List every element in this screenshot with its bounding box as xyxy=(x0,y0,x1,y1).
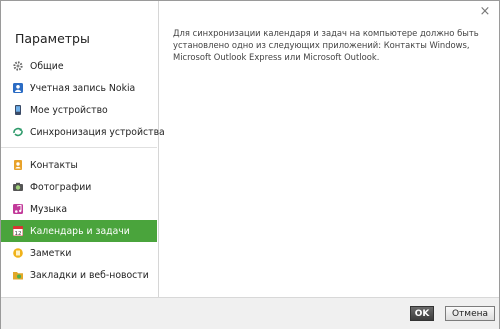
sidebar-item-music[interactable]: Музыка xyxy=(1,198,157,220)
close-icon[interactable]: × xyxy=(477,5,493,19)
sidebar-item-calendar[interactable]: 12 Календарь и задачи xyxy=(1,220,157,242)
calendar-icon: 12 xyxy=(12,226,24,237)
sidebar-item-label: Музыка xyxy=(30,203,68,215)
sidebar-item-photos[interactable]: Фотографии xyxy=(1,176,157,198)
sidebar-item-general[interactable]: Общие xyxy=(1,55,157,77)
sidebar-item-label: Общие xyxy=(30,60,64,72)
photos-icon xyxy=(13,182,23,192)
music-icon xyxy=(13,204,23,214)
sidebar-title: Параметры xyxy=(15,31,90,46)
svg-text:12: 12 xyxy=(15,231,22,236)
notes-icon xyxy=(13,248,23,258)
sidebar-item-device-sync[interactable]: Синхронизация устройства xyxy=(1,121,165,143)
calendar-sync-info: Для синхронизации календаря и задач на к… xyxy=(173,28,479,62)
sidebar-item-label: Синхронизация устройства xyxy=(30,126,165,138)
sidebar-item-my-device[interactable]: Мое устройство xyxy=(1,99,157,121)
sidebar-item-label: Контакты xyxy=(30,159,78,171)
sidebar-item-label: Фотографии xyxy=(30,181,92,193)
gear-icon xyxy=(13,61,23,71)
ok-button[interactable]: OK xyxy=(410,306,434,321)
sidebar: Параметры Общие Учетная запись Nokia Мое… xyxy=(1,1,165,297)
sidebar-item-nokia-account[interactable]: Учетная запись Nokia xyxy=(1,77,157,99)
sidebar-divider xyxy=(1,147,157,148)
cancel-button[interactable]: Отмена xyxy=(445,306,495,321)
sidebar-item-label: Календарь и задачи xyxy=(30,225,130,237)
bookmarks-icon xyxy=(13,270,23,280)
contacts-icon xyxy=(13,160,23,170)
sidebar-item-contacts[interactable]: Контакты xyxy=(1,154,157,176)
sidebar-item-label: Заметки xyxy=(30,247,72,259)
sidebar-item-label: Закладки и веб-новости xyxy=(30,269,149,281)
sidebar-item-label: Мое устройство xyxy=(30,104,108,116)
settings-dialog: × Параметры Общие Учетная запись Nokia М… xyxy=(0,0,500,329)
sidebar-item-bookmarks[interactable]: Закладки и веб-новости xyxy=(1,264,157,286)
sidebar-item-notes[interactable]: Заметки xyxy=(1,242,157,264)
sync-icon xyxy=(13,127,23,137)
sidebar-item-label: Учетная запись Nokia xyxy=(30,82,136,94)
dialog-footer: OK Отмена xyxy=(1,297,499,329)
account-icon xyxy=(13,83,23,93)
phone-icon xyxy=(13,105,23,115)
